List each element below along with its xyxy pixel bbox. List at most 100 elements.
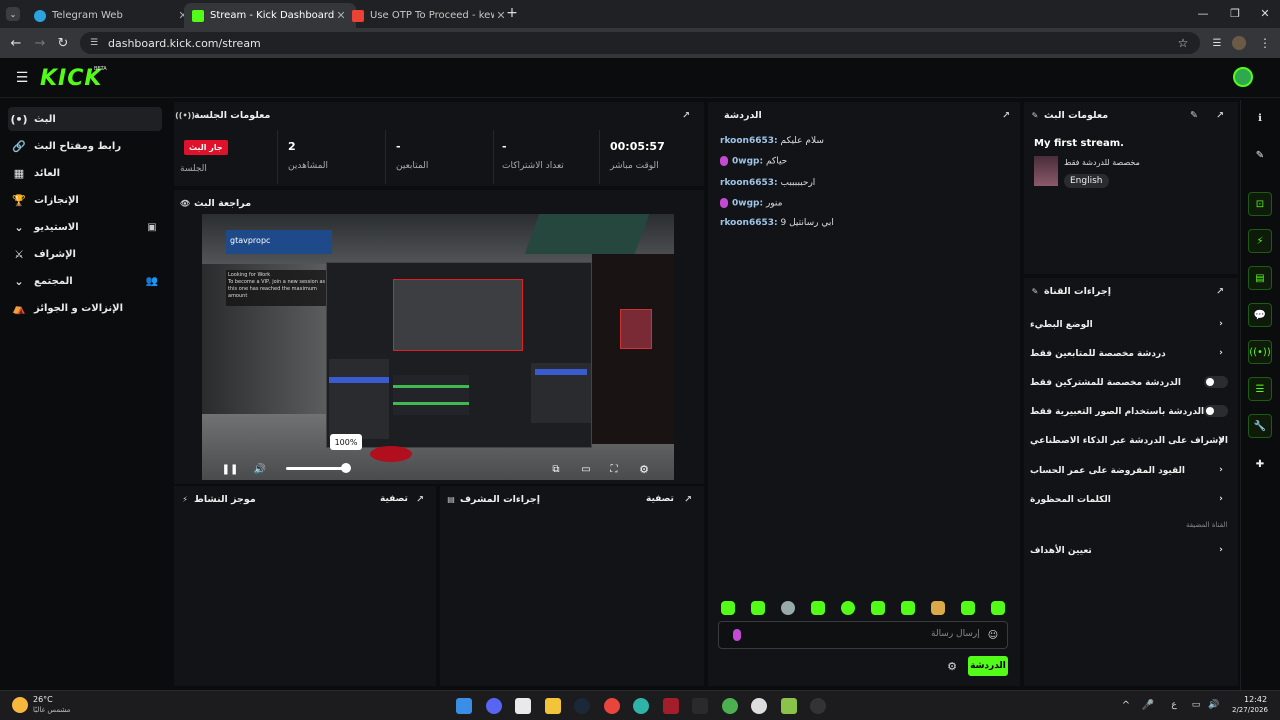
volume-slider[interactable]	[286, 467, 346, 470]
tab-gmail[interactable]: Use OTP To Proceed - kewq55( ✕	[344, 3, 516, 28]
volume-slider-handle[interactable]	[341, 463, 351, 473]
site-info-icon[interactable]: ☰	[88, 37, 100, 49]
channel-action-ai-moderation[interactable]: الإشراف على الدردشة عبر الذكاء الاصطناعي…	[1030, 436, 1230, 447]
filter-button[interactable]: تصفية	[646, 494, 674, 504]
tab-kick-dashboard[interactable]: Stream - Kick Dashboard ✕	[184, 3, 356, 28]
restore-window-icon[interactable]: ❐	[1228, 6, 1242, 20]
chrome-icon[interactable]	[604, 698, 620, 714]
show-hidden-icons[interactable]: ^	[1120, 699, 1132, 711]
sidebar-item-studio[interactable]: ⌄ الاستيديو ▣	[8, 215, 162, 239]
language-icon[interactable]: ع	[1168, 699, 1180, 711]
channel-action-slow-mode[interactable]: الوضع البطيء ›	[1030, 319, 1230, 330]
speaker-icon[interactable]: 🔊	[1208, 699, 1220, 711]
forward-icon[interactable]: →	[32, 35, 48, 51]
layout-tool-icon[interactable]: ☰	[1248, 377, 1272, 401]
emote-icon[interactable]	[721, 601, 735, 615]
settings-gear-icon[interactable]: ⚙	[638, 463, 650, 476]
subscribers-only-toggle[interactable]	[1204, 376, 1228, 388]
emoji-icon[interactable]: ☺	[987, 629, 999, 641]
camera-tool-icon[interactable]: ⊡	[1248, 192, 1272, 216]
weather-temp[interactable]: 26°C	[33, 695, 53, 704]
tab-telegram[interactable]: Telegram Web ✕	[26, 3, 198, 28]
theater-mode-icon[interactable]: ▭	[580, 463, 592, 475]
profile-avatar[interactable]	[1232, 36, 1246, 50]
pause-icon[interactable]: ❚❚	[222, 463, 239, 475]
channel-action-account-age[interactable]: القيود المفروضة على عمر الحساب ›	[1030, 465, 1230, 476]
file-explorer-icon[interactable]	[545, 698, 561, 714]
emotes-only-toggle[interactable]	[1204, 405, 1228, 417]
hamburger-menu-icon[interactable]: ☰	[14, 70, 30, 86]
filter-button[interactable]: تصفية	[380, 494, 408, 504]
minimize-window-icon[interactable]: —	[1196, 6, 1210, 20]
app-a-icon[interactable]	[663, 698, 679, 714]
edit-icon[interactable]: ✎	[1188, 109, 1200, 121]
sidebar-item-community[interactable]: ⌄ المجتمع 👥	[8, 269, 162, 293]
sidebar-item-revenue[interactable]: ▦ العائد	[8, 161, 162, 185]
reload-icon[interactable]: ↻	[55, 35, 71, 51]
obs-icon[interactable]	[751, 698, 767, 714]
epic-games-icon[interactable]	[692, 698, 708, 714]
microphone-icon[interactable]: 🎤	[1142, 699, 1154, 711]
new-tab-icon[interactable]: +	[505, 5, 519, 21]
bookmark-star-icon[interactable]: ☆	[1176, 36, 1190, 50]
document-tool-icon[interactable]: ▤	[1248, 266, 1272, 290]
browser-menu-icon[interactable]: ⋮	[1258, 36, 1272, 50]
emote-icon[interactable]	[901, 601, 915, 615]
add-widget-icon[interactable]: ✚	[1248, 452, 1272, 476]
fullscreen-icon[interactable]: ⛶	[608, 463, 620, 475]
sidebar-item-moderation[interactable]: ⚔ الإشراف	[8, 242, 162, 266]
emote-icon[interactable]	[841, 601, 855, 615]
app-record-icon[interactable]	[810, 698, 826, 714]
windows-start-icon[interactable]	[456, 698, 472, 714]
popout-icon[interactable]: ↗	[1214, 109, 1226, 121]
emote-icon[interactable]	[811, 601, 825, 615]
sidebar-item-drops[interactable]: ⛺ الإنزالات و الجوائز	[8, 296, 162, 320]
category-name[interactable]: مخصصة للدردشة فقط	[1064, 158, 1140, 167]
stream-video-player[interactable]: gtavpropc Looking for Work To become a V…	[202, 214, 674, 480]
chrome-profile-icon[interactable]	[722, 698, 738, 714]
popout-icon[interactable]: ↗	[414, 493, 426, 505]
back-icon[interactable]: ←	[8, 35, 24, 51]
app-v-icon[interactable]	[781, 698, 797, 714]
discord-icon[interactable]	[486, 698, 502, 714]
send-chat-button[interactable]: الدردشة	[968, 656, 1008, 676]
network-icon[interactable]: ▭	[1190, 699, 1202, 711]
picture-in-picture-icon[interactable]: ⧉	[550, 463, 562, 475]
chat-settings-gear-icon[interactable]: ⚙	[946, 660, 958, 673]
close-window-icon[interactable]: ✕	[1258, 6, 1272, 20]
studio-window-icon[interactable]: ▣	[146, 221, 158, 233]
sidebar-item-achievements[interactable]: 🏆 الإنجازات	[8, 188, 162, 212]
people-settings-icon[interactable]: 👥	[146, 275, 158, 287]
chat-message-input[interactable]: إرسال رسالة ☺	[718, 621, 1008, 649]
volume-icon[interactable]: 🔊	[254, 463, 266, 475]
url-field[interactable]: ☰ dashboard.kick.com/stream	[80, 32, 1200, 54]
steam-icon[interactable]	[574, 698, 590, 714]
emote-icon[interactable]	[961, 601, 975, 615]
popout-icon[interactable]: ↗	[1214, 285, 1226, 297]
emote-icon[interactable]	[991, 601, 1005, 615]
emote-icon[interactable]	[931, 601, 945, 615]
bolt-tool-icon[interactable]: ⚡	[1248, 229, 1272, 253]
emote-icon[interactable]	[871, 601, 885, 615]
edit-pencil-icon[interactable]: ✎	[1248, 143, 1272, 167]
emote-icon[interactable]	[751, 601, 765, 615]
wrench-tool-icon[interactable]: 🔧	[1248, 414, 1272, 438]
clock-date[interactable]: 2/27/2026	[1232, 706, 1268, 714]
notepad-icon[interactable]	[515, 698, 531, 714]
channel-action-followers-only[interactable]: دردشة مخصصة للمتابعين فقط ›	[1030, 348, 1230, 359]
channel-action-banned-words[interactable]: الكلمات المحظورة ›	[1030, 494, 1230, 505]
edge-icon[interactable]	[633, 698, 649, 714]
popout-icon[interactable]: ↗	[680, 109, 692, 121]
broadcast-tool-icon[interactable]: ((•))	[1248, 340, 1272, 364]
chat-tool-icon[interactable]: 💬	[1248, 303, 1272, 327]
clock-time[interactable]: 12:42	[1244, 695, 1267, 704]
info-icon[interactable]: ℹ	[1248, 106, 1272, 130]
tab-list-icon[interactable]: ☰	[1210, 36, 1224, 50]
popout-icon[interactable]: ↗	[1000, 109, 1012, 121]
channel-action-set-goals[interactable]: تعيين الأهداف ›	[1030, 545, 1230, 556]
emote-icon[interactable]	[781, 601, 795, 615]
popout-icon[interactable]: ↗	[682, 493, 694, 505]
sidebar-item-stream-key[interactable]: 🔗 رابط ومفتاح البث	[8, 134, 162, 158]
user-avatar[interactable]	[1233, 67, 1253, 87]
tab-search-chevron-icon[interactable]: ⌄	[6, 7, 20, 21]
